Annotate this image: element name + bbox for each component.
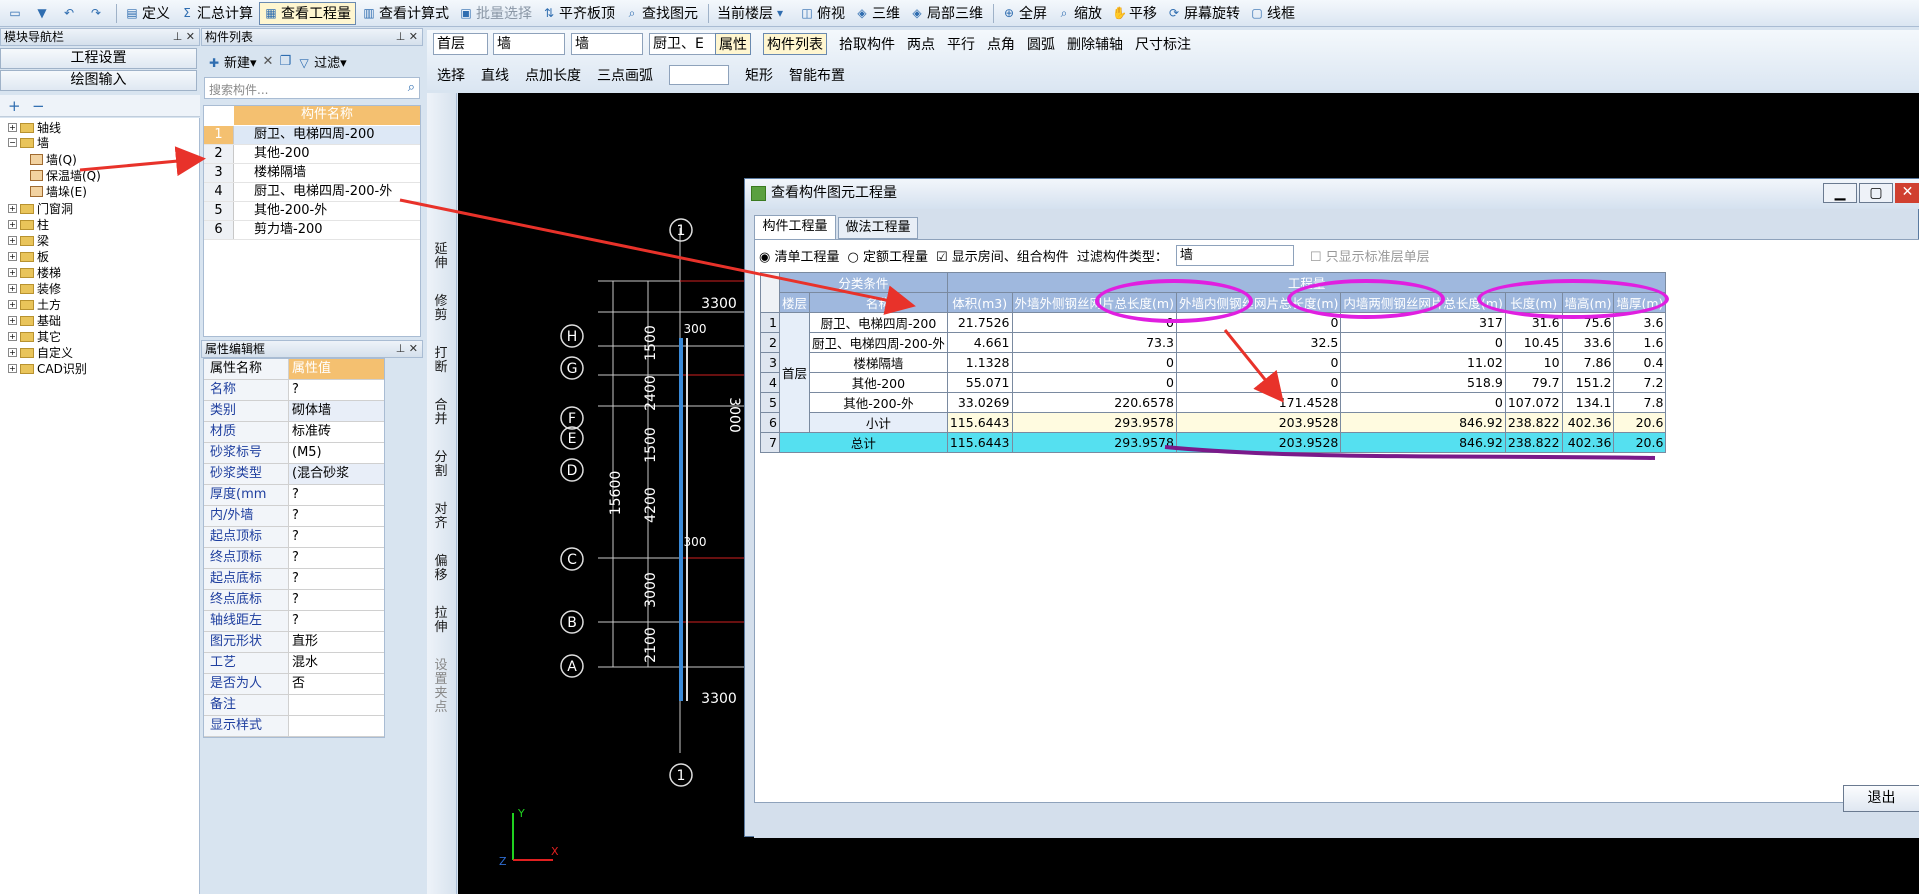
highlight-ellipse <box>1287 279 1445 319</box>
annotation-overlay <box>79 146 1656 460</box>
highlight-ellipse <box>1477 279 1669 319</box>
highlight-ellipse <box>1095 279 1253 323</box>
